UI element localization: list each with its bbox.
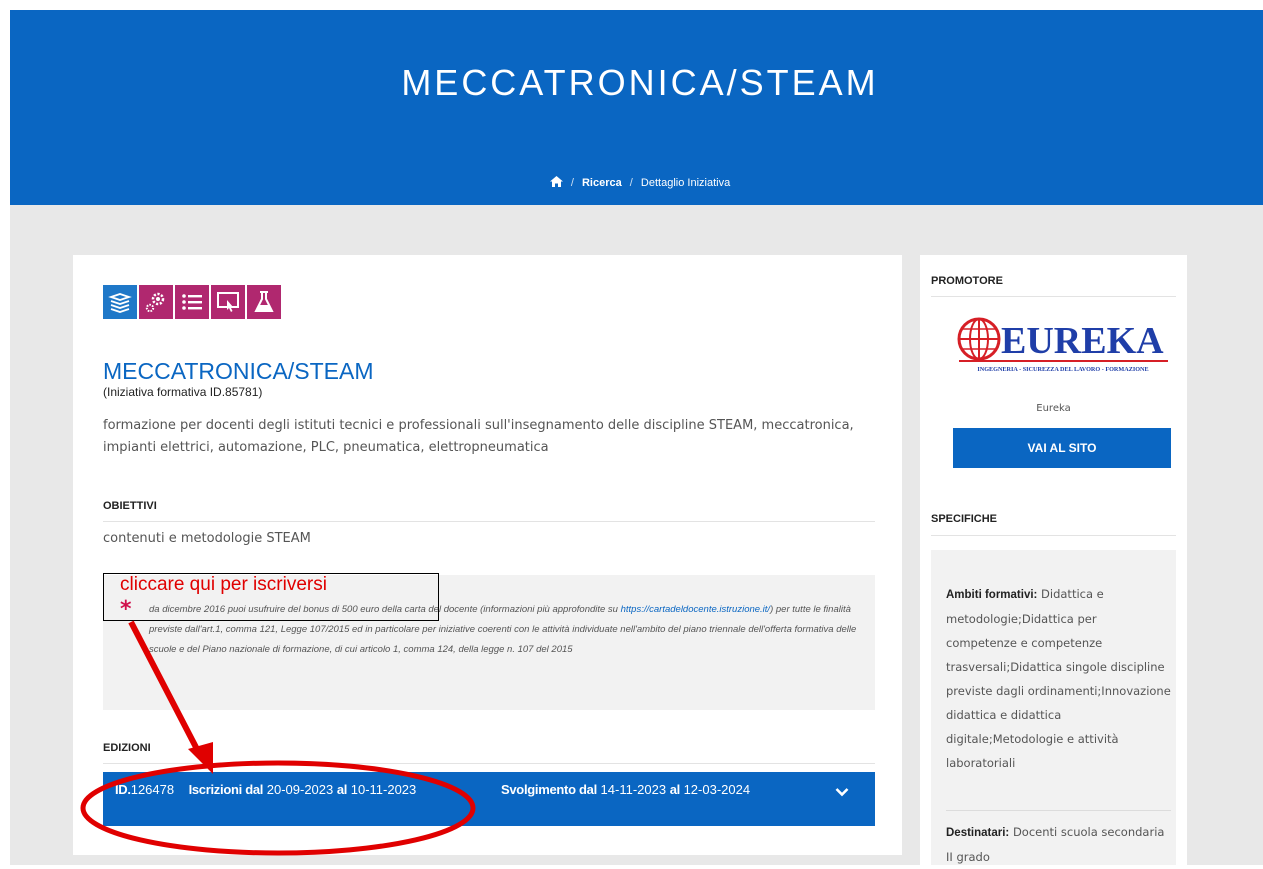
run-from: 14-11-2023 <box>600 782 667 797</box>
run-label: Svolgimento dal <box>501 782 597 797</box>
visit-site-button[interactable]: VAI AL SITO <box>953 428 1171 468</box>
promoter-name: Eureka <box>1036 403 1071 414</box>
editions-heading: EDIZIONI <box>103 742 151 754</box>
chevron-down-icon[interactable] <box>835 785 849 800</box>
svg-text:INGEGNERIA - SICUREZZA DEL LAV: INGEGNERIA - SICUREZZA DEL LAVORO - FORM… <box>977 366 1148 373</box>
specs-box: Ambiti formativi: Didattica e metodologi… <box>931 550 1176 865</box>
objectives-heading: OBIETTIVI <box>103 500 157 512</box>
edition-row[interactable]: ID.126478 Iscrizioni dal 20-09-2023 al 1… <box>103 772 875 826</box>
promoter-heading: PROMOTORE <box>931 275 1003 287</box>
edition-id: 126478 <box>130 782 175 797</box>
enroll-label: Iscrizioni dal <box>188 782 264 797</box>
to-label: al <box>336 782 348 797</box>
initiative-id: (Iniziativa formativa ID.85781) <box>103 385 263 399</box>
flask-icon <box>247 285 281 319</box>
divider <box>931 296 1176 297</box>
list-icon <box>175 285 209 319</box>
annotation-label: cliccare qui per iscriversi <box>120 574 327 595</box>
breadcrumb: / Ricerca / Dettaglio Iniziativa <box>10 176 1263 190</box>
spec-ambiti: Ambiti formativi: Didattica e metodologi… <box>946 582 1171 775</box>
edition-enrollment: ID.126478 Iscrizioni dal 20-09-2023 al 1… <box>115 782 460 798</box>
objectives-text: contenuti e metodologie STEAM <box>103 531 311 546</box>
divider <box>103 521 875 522</box>
breadcrumb-separator: / <box>570 177 574 189</box>
spec-destinatari: Destinatari: Docenti scuola secondaria I… <box>946 820 1171 869</box>
to-label: al <box>669 782 681 797</box>
edition-id-label: ID. <box>115 782 131 797</box>
home-icon[interactable] <box>549 176 563 190</box>
specs-heading: SPECIFICHE <box>931 513 998 525</box>
page-title: MECCATRONICA/STEAM <box>401 62 879 103</box>
initiative-title: MECCATRONICA/STEAM <box>103 358 374 384</box>
breadcrumb-separator: / <box>629 177 633 189</box>
enroll-from: 20-09-2023 <box>266 782 334 797</box>
touch-screen-icon <box>211 285 245 319</box>
edition-schedule: Svolgimento dal 14-11-2023 al 12-03-2024 <box>501 782 750 798</box>
divider <box>931 535 1176 536</box>
svg-text:EUREKA: EUREKA <box>1001 320 1164 362</box>
breadcrumb-current: Dettaglio Iniziativa <box>640 177 731 189</box>
category-icons <box>103 285 283 319</box>
initiative-description: formazione per docenti degli istituti te… <box>103 418 854 455</box>
carta-docente-link[interactable]: https://cartadeldocente.istruzione.it/ <box>621 604 770 615</box>
spec-label: Destinatari: <box>946 827 1010 839</box>
eureka-logo: EUREKA INGEGNERIA - SICUREZZA DEL LAVORO… <box>955 315 1170 377</box>
sidebar: PROMOTORE EUREKA INGEGNERIA - SICUREZZA … <box>920 255 1187 865</box>
divider <box>103 763 875 764</box>
gears-icon <box>139 285 173 319</box>
page-header: MECCATRONICA/STEAM / Ricerca / Dettaglio… <box>10 10 1263 205</box>
breadcrumb-ricerca[interactable]: Ricerca <box>582 177 622 189</box>
spec-label: Ambiti formativi: <box>946 589 1038 601</box>
run-to: 12-03-2024 <box>683 782 751 797</box>
enroll-to: 10-11-2023 <box>350 782 417 797</box>
divider <box>946 810 1171 811</box>
spec-value: Didattica e metodologie;Didattica per co… <box>946 587 1171 770</box>
initiative-card: MECCATRONICA/STEAM (Iniziativa formativa… <box>73 255 902 855</box>
books-icon <box>103 285 137 319</box>
